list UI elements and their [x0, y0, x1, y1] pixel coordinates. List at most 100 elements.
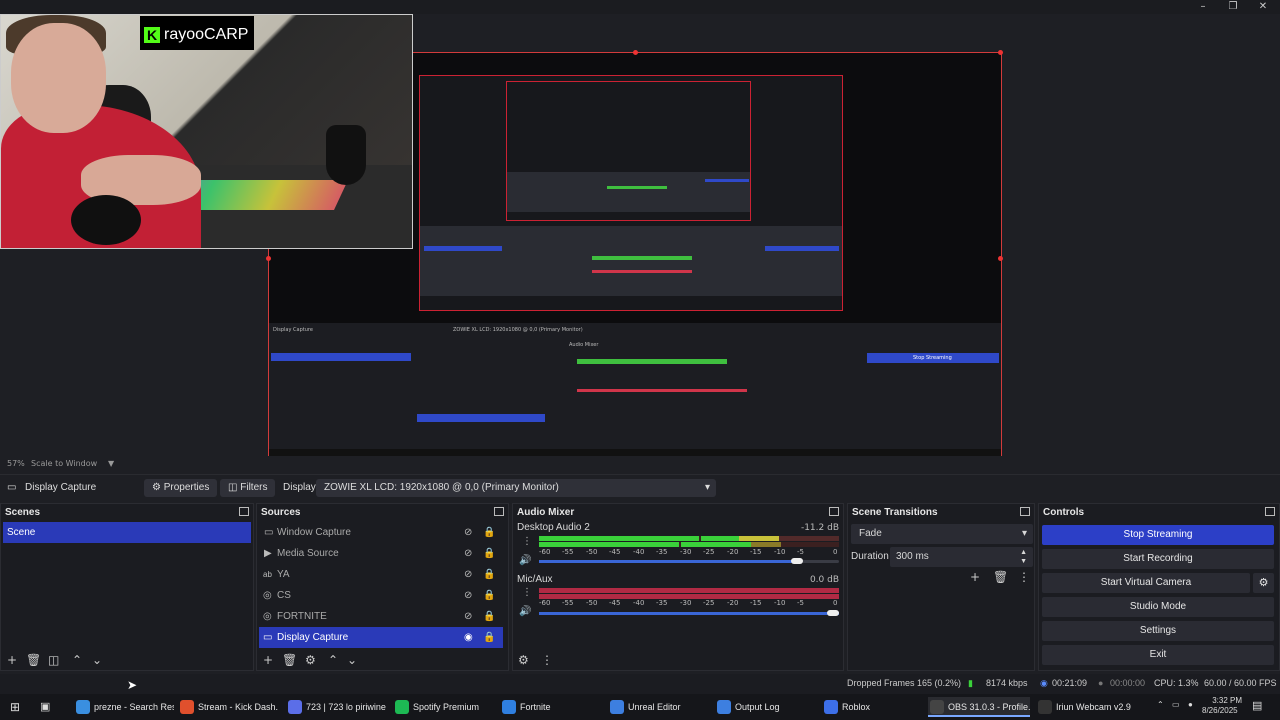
windows-start-icon[interactable]: ⊞	[10, 700, 20, 714]
add-icon[interactable]: +	[7, 653, 17, 667]
taskbar-item[interactable]: Output Log	[715, 697, 815, 717]
undock-icon[interactable]	[1265, 507, 1275, 516]
move-up-icon[interactable]: ⌃	[72, 653, 82, 667]
eye-icon[interactable]: ◉	[464, 627, 473, 648]
eye-hidden-icon[interactable]: ⊘	[464, 522, 472, 543]
undock-icon[interactable]	[494, 507, 504, 516]
minimize-button[interactable]: –	[1188, 0, 1218, 14]
chevron-up-icon[interactable]: ⌃	[1157, 700, 1164, 709]
transition-select[interactable]: Fade ▾	[851, 524, 1033, 544]
clock-time[interactable]: 3:32 PM	[1204, 696, 1242, 705]
lock-icon[interactable]: 🔒	[483, 606, 495, 627]
source-item[interactable]: ▭ Window Capture ⊘ 🔒	[259, 522, 503, 543]
undock-icon[interactable]	[829, 507, 839, 516]
close-button[interactable]: ✕	[1248, 0, 1278, 14]
lock-icon[interactable]: 🔒	[483, 627, 495, 648]
fortnite-icon	[502, 700, 516, 714]
stop-streaming-button[interactable]: Stop Streaming	[1042, 525, 1274, 545]
studio-mode-button[interactable]: Studio Mode	[1042, 597, 1274, 617]
source-item[interactable]: ◎ CS ⊘ 🔒	[259, 585, 503, 606]
filter-icon[interactable]: ◫	[48, 653, 59, 667]
taskbar-item[interactable]: prezne - Search Res...	[74, 697, 174, 717]
settings-button[interactable]: Settings	[1042, 621, 1274, 641]
transition-value: Fade	[859, 528, 882, 539]
status-bar: Dropped Frames 165 (0.2%) ▮ 8174 kbps ◉ …	[0, 674, 1280, 694]
scene-item[interactable]: Scene	[3, 522, 251, 543]
desktop-audio-volume-thumb[interactable]	[791, 558, 803, 564]
taskbar-item[interactable]: Iriun Webcam v2.9	[1036, 697, 1136, 717]
taskbar-item[interactable]: Fortnite	[500, 697, 600, 717]
move-down-icon[interactable]: ⌄	[347, 653, 357, 667]
trash-icon[interactable]: 🗑	[993, 570, 1008, 584]
scale-mode-select[interactable]: Scale to Window	[31, 459, 97, 468]
taskbar-item[interactable]: Spotify Premium	[393, 697, 493, 717]
undock-icon[interactable]	[1020, 507, 1030, 516]
chevron-down-icon[interactable]: ▼	[108, 459, 114, 468]
scene-transitions-dock: Scene Transitions Fade ▾ Duration 300 ms…	[847, 503, 1035, 671]
lock-icon[interactable]: 🔒	[483, 585, 495, 606]
eye-hidden-icon[interactable]: ⊘	[464, 606, 472, 627]
more-icon[interactable]: ⋮	[522, 536, 532, 547]
clock-date[interactable]: 8/26/2025	[1202, 706, 1238, 715]
gear-icon[interactable]: ⚙	[305, 653, 316, 667]
network-icon[interactable]: ▭	[1172, 700, 1180, 709]
trash-icon[interactable]: 🗑	[26, 653, 41, 667]
display-select[interactable]: ZOWIE XL LCD: 1920x1080 @ 0,0 (Primary M…	[316, 479, 716, 497]
lock-icon[interactable]: 🔒	[483, 564, 495, 585]
more-icon[interactable]: ⋮	[541, 653, 553, 667]
source-item[interactable]: ▶ Media Source ⊘ 🔒	[259, 543, 503, 564]
source-item[interactable]: ab YA ⊘ 🔒	[259, 564, 503, 585]
microphone-icon[interactable]: ●	[1188, 700, 1193, 709]
properties-button[interactable]: ⚙ Properties	[144, 479, 218, 497]
dropped-frames: Dropped Frames 165 (0.2%)	[847, 678, 962, 688]
maximize-button[interactable]: ❐	[1218, 0, 1248, 14]
eye-hidden-icon[interactable]: ⊘	[464, 543, 472, 564]
mouse-cursor-icon: ➤	[127, 678, 138, 692]
gamepad-icon: ◎	[263, 611, 272, 622]
more-icon[interactable]: ⋮	[522, 587, 532, 598]
mic-volume-thumb[interactable]	[827, 610, 839, 616]
channel-name: rayooCARP	[164, 26, 249, 43]
start-virtual-camera-button[interactable]: Start Virtual Camera	[1042, 573, 1250, 593]
exit-button[interactable]: Exit	[1042, 645, 1274, 665]
taskbar-item[interactable]: Roblox	[822, 697, 922, 717]
filters-button[interactable]: ◫ Filters	[220, 479, 276, 497]
taskbar-item[interactable]: Stream - Kick Dash...	[178, 697, 278, 717]
taskbar-item[interactable]: Unreal Editor	[608, 697, 708, 717]
nested-stop-streaming: Stop Streaming	[913, 355, 952, 361]
speaker-icon[interactable]: 🔊	[519, 606, 531, 617]
source-item[interactable]: ◎ FORTNITE ⊘ 🔒	[259, 606, 503, 627]
undock-icon[interactable]	[239, 507, 249, 516]
move-up-icon[interactable]: ⌃	[328, 653, 338, 667]
start-recording-button[interactable]: Start Recording	[1042, 549, 1274, 569]
mic-volume-slider[interactable]	[539, 612, 839, 615]
sources-title: Sources	[261, 507, 301, 518]
taskbar-item[interactable]: 723 | 723 lo piriwine...	[286, 697, 386, 717]
gear-icon[interactable]: ⚙	[1253, 573, 1274, 593]
add-icon[interactable]: +	[970, 570, 980, 584]
more-icon[interactable]: ⋮	[1018, 570, 1030, 584]
stepper-icon[interactable]: ▲ ▼	[1020, 548, 1027, 566]
move-down-icon[interactable]: ⌄	[92, 653, 102, 667]
lock-icon[interactable]: 🔒	[483, 543, 495, 564]
nested-mixer-title: Audio Mixer	[569, 342, 599, 348]
lock-icon[interactable]: 🔒	[483, 522, 495, 543]
speaker-icon[interactable]: 🔊	[519, 555, 531, 566]
add-icon[interactable]: +	[263, 653, 273, 667]
gear-icon[interactable]: ⚙	[518, 653, 529, 667]
trash-icon[interactable]: 🗑	[282, 653, 297, 667]
eye-hidden-icon[interactable]: ⊘	[464, 564, 472, 585]
task-view-icon[interactable]: ▣	[40, 700, 50, 713]
preview-area[interactable]: Display Capture ZOWIE XL LCD: 1920x1080 …	[0, 14, 1280, 466]
display-select-value: ZOWIE XL LCD: 1920x1080 @ 0,0 (Primary M…	[324, 482, 559, 493]
taskbar-item-active[interactable]: OBS 31.0.3 - Profile...	[928, 697, 1030, 717]
source-item-selected[interactable]: ▭ Display Capture ◉ 🔒	[259, 627, 503, 648]
duration-value: 300 ms	[896, 551, 929, 562]
cpu-usage: CPU: 1.3%	[1154, 678, 1199, 688]
source-label: CS	[277, 590, 291, 601]
record-icon: ●	[1098, 678, 1104, 688]
duration-input[interactable]: 300 ms ▲ ▼	[890, 547, 1033, 567]
eye-hidden-icon[interactable]: ⊘	[464, 585, 472, 606]
notification-icon[interactable]: ▤	[1252, 699, 1262, 712]
nested-source-label: Display Capture	[273, 327, 313, 333]
